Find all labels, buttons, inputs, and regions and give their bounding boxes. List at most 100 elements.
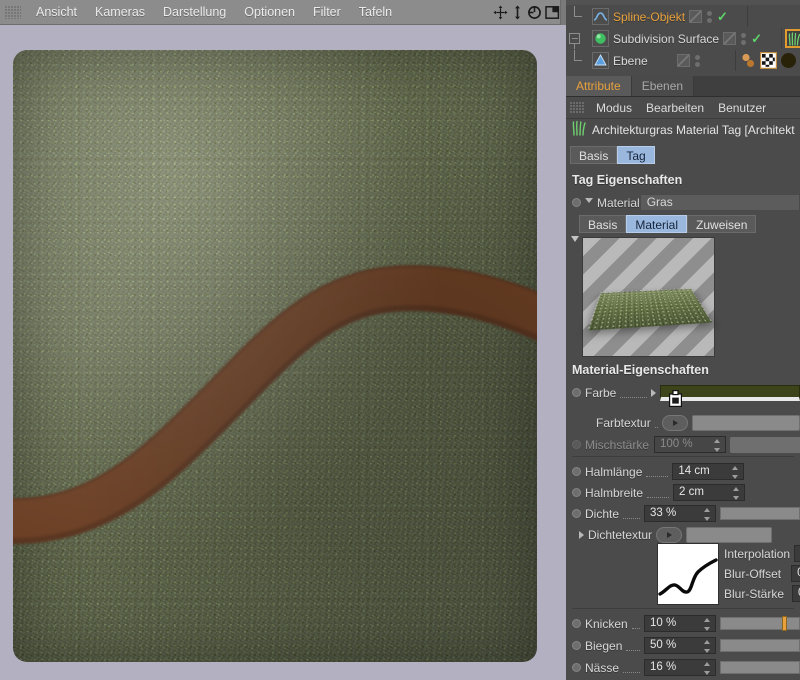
tab-tag[interactable]: Tag [617,146,654,164]
material-spheres-icon[interactable] [740,52,757,69]
visibility-dots-icon[interactable] [707,11,712,23]
dichtetextur-field[interactable] [686,527,772,543]
knicken-slider-knob[interactable] [783,617,786,630]
grass-ground-plane[interactable] [13,50,537,662]
menu-optionen[interactable]: Optionen [235,0,304,25]
render-toggle-icon[interactable] [689,10,702,23]
stepper-icon[interactable] [714,439,721,452]
mischstaerke-row[interactable]: Mischstärke 100 % [566,434,800,455]
dichte-row[interactable]: Dichte 33 % [566,503,800,524]
render-toggle-icon[interactable] [723,32,736,45]
biegen-field[interactable]: 50 % [644,637,716,654]
visibility-dots-icon[interactable] [741,33,746,45]
menu-modus[interactable]: Modus [589,97,639,119]
object-visibility-dots-3[interactable] [673,50,735,71]
farbe-row[interactable]: Farbe [566,382,800,403]
chevron-right-icon[interactable] [651,389,656,397]
farbtextur-row[interactable]: Farbtextur [566,412,800,433]
menu-ansicht[interactable]: Ansicht [27,0,86,25]
tab-ebenen[interactable]: Ebenen [632,76,694,96]
attribute-grip-icon[interactable] [570,102,584,114]
object-row-spline[interactable]: Spline-Objekt ✓ [566,6,800,27]
halmbreite-row[interactable]: Halmbreite 2 cm [566,482,800,503]
stepper-icon[interactable] [733,487,740,500]
stepper-icon[interactable] [704,640,711,653]
menu-tafeln[interactable]: Tafeln [350,0,401,25]
viewport-nav-icons [493,0,560,25]
blur-staerke-field[interactable]: 0 [792,585,800,602]
farbtextur-field[interactable] [692,415,800,431]
chevron-right-icon[interactable] [579,531,584,539]
object-row-ebene[interactable]: Ebene [566,50,800,71]
interpolation-row[interactable]: Interpolation K [566,543,800,564]
rotate-icon[interactable] [527,5,542,20]
object-row-subdivision[interactable]: Subdivision Surface ✓ [566,28,800,49]
farbtextur-dropdown-button[interactable] [662,415,688,431]
enabled-check-icon[interactable]: ✓ [751,32,762,45]
menu-darstellung[interactable]: Darstellung [154,0,235,25]
knicken-field[interactable]: 10 % [644,615,716,632]
move-icon[interactable] [493,5,508,20]
dichte-slider[interactable] [720,507,800,520]
biegen-row[interactable]: Biegen 50 % [566,635,800,656]
knicken-row[interactable]: Knicken 10 % [566,613,800,634]
knicken-anim-bullet[interactable] [572,619,581,628]
halmbreite-anim-bullet[interactable] [572,488,581,497]
naesse-anim-bullet[interactable] [572,663,581,672]
viewport-grip-icon[interactable] [5,6,21,19]
stepper-icon[interactable] [704,618,711,631]
naesse-field[interactable]: 16 % [644,659,716,676]
dichte-field[interactable]: 33 % [644,505,716,522]
naesse-slider[interactable] [720,661,800,674]
blur-offset-row[interactable]: Blur-Offset 0 [566,563,800,584]
farbe-anim-bullet[interactable] [572,388,581,397]
mischstaerke-anim-bullet[interactable] [572,440,581,449]
interpolation-field[interactable]: K [794,545,800,562]
blur-offset-field[interactable]: 0 [791,565,800,582]
tab-sub-basis[interactable]: Basis [579,215,626,233]
tab-attribute[interactable]: Attribute [566,76,632,96]
blur-staerke-row[interactable]: Blur-Stärke 0 [566,583,800,604]
view-layout-icon[interactable] [545,5,560,20]
object-visibility-dots-2[interactable]: ✓ [719,28,781,49]
chevron-down-icon[interactable] [585,198,593,207]
stepper-icon[interactable] [732,466,739,479]
material-field[interactable]: Gras [640,194,800,211]
menu-kameras[interactable]: Kameras [86,0,154,25]
checkerboard-texture-icon[interactable] [760,52,777,69]
halmbreite-field[interactable]: 2 cm [673,484,745,501]
material-row[interactable]: Material Gras [566,192,800,213]
mischstaerke-field[interactable]: 100 % [654,436,726,453]
object-visibility-dots[interactable]: ✓ [685,6,747,27]
naesse-row[interactable]: Nässe 16 % [566,657,800,678]
tab-basis[interactable]: Basis [570,146,617,164]
visibility-dots-icon[interactable] [695,55,700,67]
stepper-icon[interactable] [704,662,711,675]
grass-tag-icon[interactable] [786,30,800,47]
mischstaerke-slider[interactable] [730,437,800,453]
zoom-icon[interactable] [511,5,524,20]
tab-sub-zuweisen[interactable]: Zuweisen [687,215,756,233]
dichtetextur-row[interactable]: Dichtetextur [566,524,800,545]
knicken-slider[interactable] [720,617,800,630]
halmlaenge-row[interactable]: Halmlänge 14 cm [566,461,800,482]
menu-filter[interactable]: Filter [304,0,350,25]
tree-expand[interactable] [566,28,592,49]
halmlaenge-field[interactable]: 14 cm [672,463,744,480]
viewport-canvas[interactable] [0,25,566,680]
dichte-anim-bullet[interactable] [572,509,581,518]
dark-sphere-material-icon[interactable] [780,52,797,69]
biegen-anim-bullet[interactable] [572,641,581,650]
enabled-check-icon[interactable]: ✓ [717,10,728,23]
material-preview[interactable] [582,237,715,357]
stepper-icon[interactable] [704,508,711,521]
preview-collapse-icon[interactable] [571,236,579,242]
dichtetextur-dropdown-button[interactable] [656,527,682,543]
biegen-slider[interactable] [720,639,800,652]
halmlaenge-anim-bullet[interactable] [572,467,581,476]
tab-sub-material[interactable]: Material [626,215,687,233]
menu-bearbeiten[interactable]: Bearbeiten [639,97,711,119]
menu-benutzer[interactable]: Benutzer [711,97,773,119]
material-anim-bullet[interactable] [572,198,581,207]
render-toggle-icon[interactable] [677,54,690,67]
